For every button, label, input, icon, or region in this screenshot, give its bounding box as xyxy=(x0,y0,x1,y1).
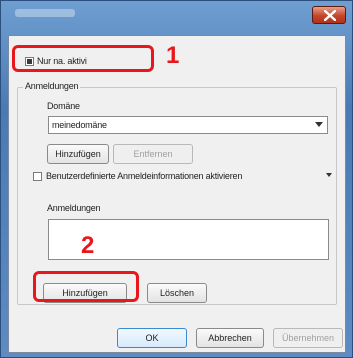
callout-number-2: 2 xyxy=(81,232,95,259)
option-checkbox-label: Benutzerdefinierte Anmeldeinformationen … xyxy=(46,171,243,181)
domain-select[interactable]: meinedomäne xyxy=(48,116,328,134)
close-icon xyxy=(324,10,336,21)
domain-label: Domäne xyxy=(47,101,80,111)
window-title xyxy=(15,9,75,17)
highlight-box-2 xyxy=(33,271,139,302)
chevron-down-icon xyxy=(326,173,332,177)
remove-small-button[interactable]: Entfernen xyxy=(113,144,193,164)
close-button[interactable] xyxy=(312,6,346,24)
text-area-label: Anmeldungen xyxy=(47,203,101,213)
cancel-button[interactable]: Abbrechen xyxy=(196,328,264,348)
title-bar[interactable] xyxy=(1,1,352,31)
delete-button[interactable]: Löschen xyxy=(147,283,207,303)
apply-button[interactable]: Übernehmen xyxy=(273,328,343,348)
option-dropdown[interactable] xyxy=(325,169,334,181)
option-checkbox[interactable] xyxy=(33,172,42,181)
highlight-box-1 xyxy=(12,45,154,72)
dialog-window: Nur na. aktivi Anmeldungen Domäne meined… xyxy=(0,0,353,358)
domain-select-value: meinedomäne xyxy=(52,120,107,130)
group-label: Anmeldungen xyxy=(23,81,81,91)
add-small-button[interactable]: Hinzufügen xyxy=(47,144,109,164)
ok-button[interactable]: OK xyxy=(117,328,187,348)
callout-number-1: 1 xyxy=(166,42,180,69)
chevron-down-icon xyxy=(315,122,323,127)
